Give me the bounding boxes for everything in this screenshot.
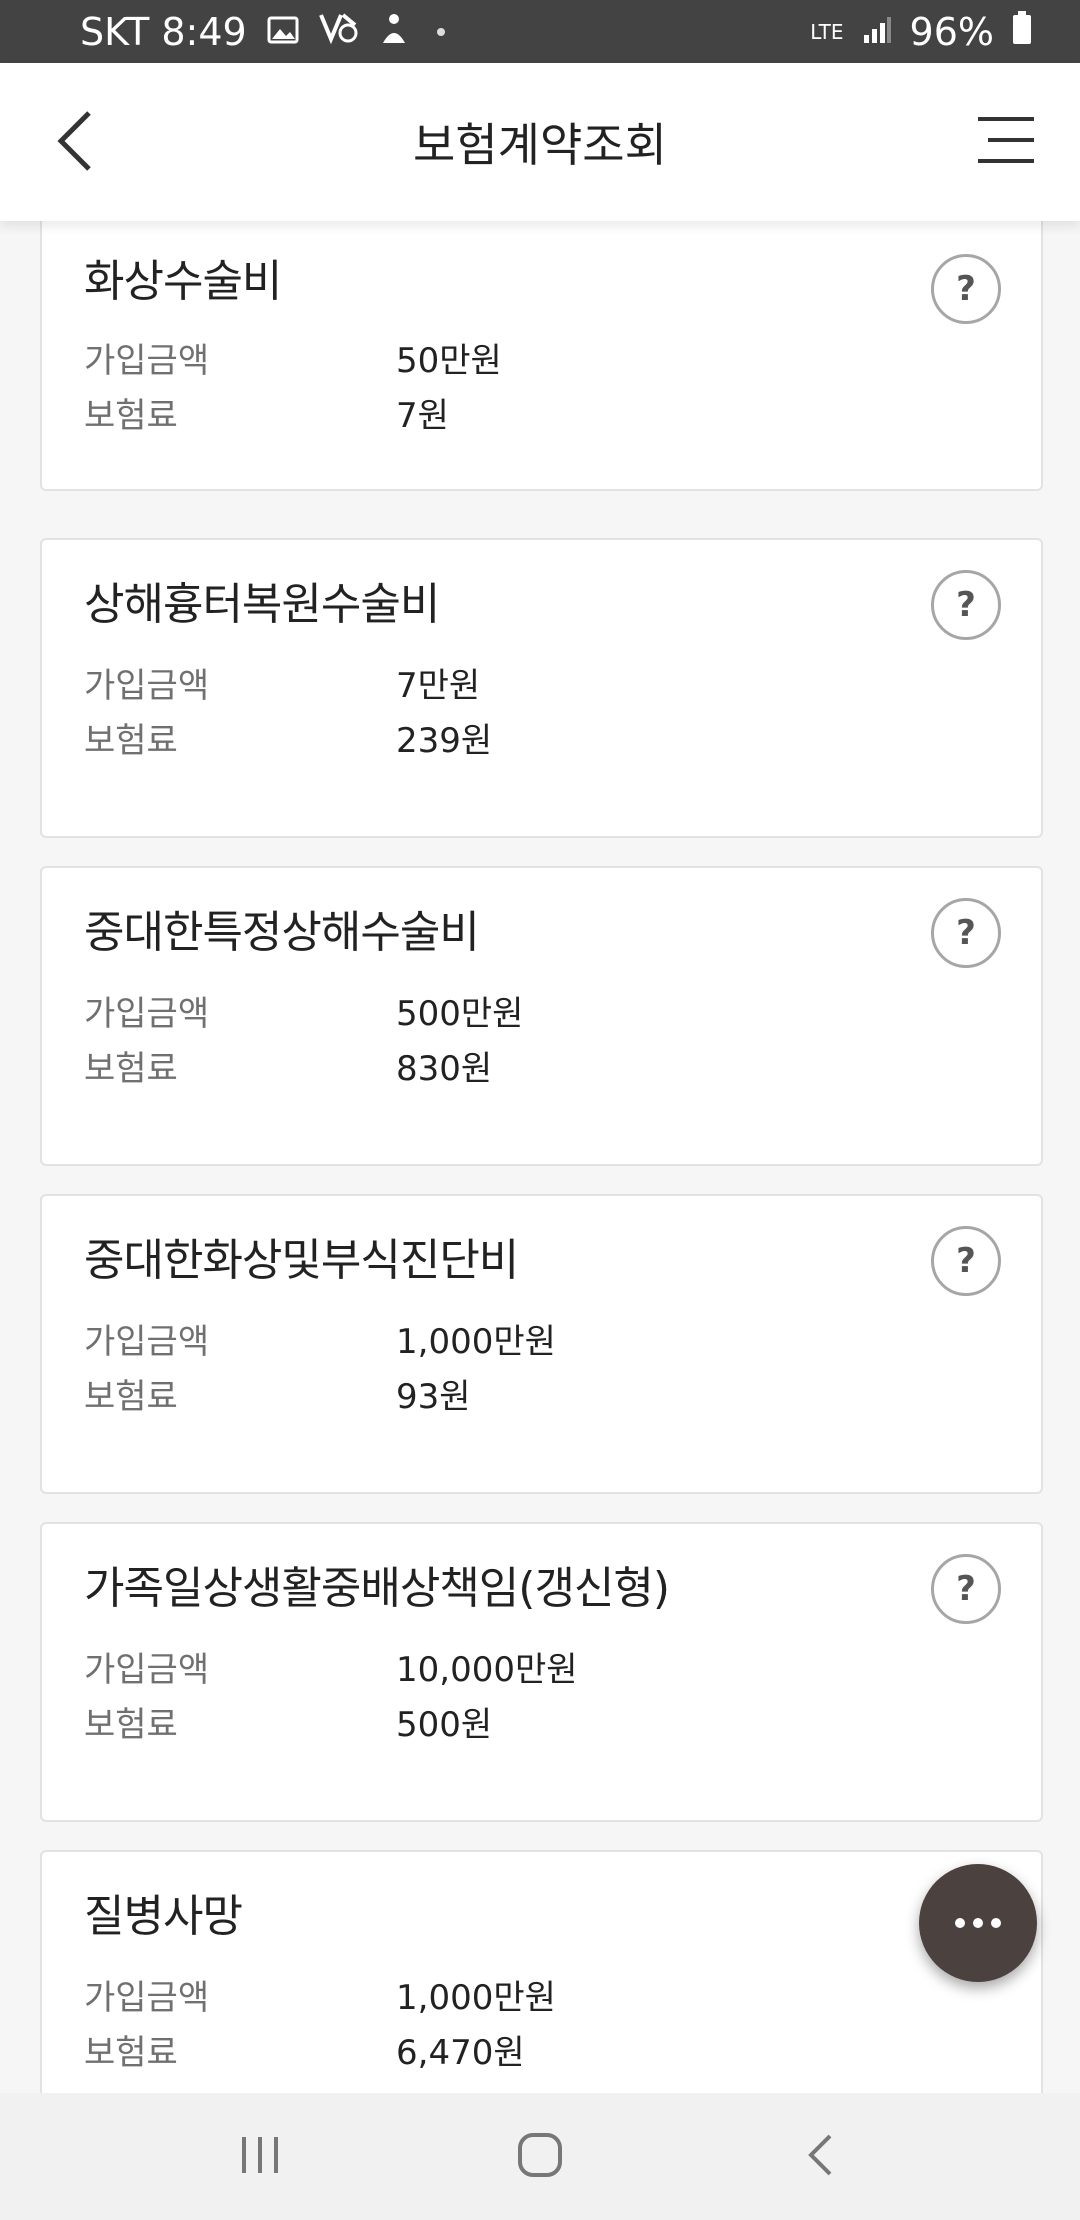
amount-value: 10,000만원 [396, 1650, 578, 1690]
home-button[interactable] [480, 2107, 600, 2207]
amount-label: 가입금액 [84, 666, 210, 706]
coverage-card: 질병사망 가입금액 1,000만원 보험료 6,470원 [40, 1850, 1043, 2093]
amount-row: 가입금액 10,000만원 [84, 1642, 578, 1691]
back-nav-button[interactable] [760, 2107, 880, 2207]
coverage-card: 가족일상생활중배상책임(갱신형) ? 가입금액 10,000만원 보험료 500… [40, 1522, 1043, 1822]
signal-icon [862, 10, 892, 54]
help-button[interactable]: ? [931, 570, 1001, 640]
back-arrow-icon [55, 110, 95, 176]
question-icon: ? [956, 1241, 976, 1281]
premium-value: 6,470원 [396, 2033, 525, 2073]
amount-row: 가입금액 1,000만원 [84, 1970, 556, 2019]
vpn-key-icon [318, 10, 359, 54]
premium-row: 보험료 6,470원 [84, 2025, 525, 2074]
carrier-time: SKT 8:49 [80, 9, 247, 54]
more-dots-icon [955, 1918, 1001, 1928]
accessibility-icon [379, 10, 409, 54]
question-icon: ? [956, 585, 976, 625]
premium-row: 보험료 830원 [84, 1041, 492, 1090]
amount-label: 가입금액 [84, 1650, 210, 1690]
status-bar: SKT 8:49 LTE 96% [0, 0, 1080, 63]
back-button[interactable] [40, 103, 110, 183]
amount-row: 가입금액 1,000만원 [84, 1314, 556, 1363]
amount-label: 가입금액 [84, 341, 210, 381]
amount-row: 가입금액 7만원 [84, 658, 480, 707]
menu-button[interactable] [970, 111, 1042, 173]
app-header: 보험계약조회 [0, 63, 1080, 221]
amount-value: 50만원 [396, 341, 502, 381]
notification-dot [436, 27, 445, 36]
recents-button[interactable] [200, 2107, 320, 2207]
coverage-list[interactable]: 화상수술비 ? 가입금액 50만원 보험료 7원 상해흉터복원수술비 ? 가입금… [0, 221, 1080, 2093]
more-fab-button[interactable] [919, 1864, 1037, 1982]
premium-label: 보험료 [84, 1049, 178, 1089]
coverage-card: 중대한화상및부식진단비 ? 가입금액 1,000만원 보험료 93원 [40, 1194, 1043, 1494]
gallery-icon [267, 10, 299, 54]
home-icon [517, 2132, 563, 2182]
premium-value: 7원 [396, 396, 449, 436]
question-icon: ? [956, 1569, 976, 1609]
amount-value: 1,000만원 [396, 1322, 556, 1362]
premium-label: 보험료 [84, 396, 178, 436]
question-icon: ? [956, 269, 976, 309]
amount-value: 500만원 [396, 994, 524, 1034]
page-title: 보험계약조회 [413, 118, 667, 172]
amount-row: 가입금액 500만원 [84, 986, 523, 1035]
premium-row: 보험료 500원 [84, 1697, 492, 1746]
hamburger-menu-icon [978, 115, 1034, 169]
battery-icon [1012, 10, 1032, 54]
premium-value: 830원 [396, 1049, 493, 1089]
amount-value: 1,000만원 [396, 1978, 556, 2018]
premium-label: 보험료 [84, 1705, 178, 1745]
system-navigation-bar [0, 2093, 1080, 2220]
premium-row: 보험료 7원 [84, 388, 449, 437]
premium-row: 보험료 93원 [84, 1369, 471, 1418]
amount-label: 가입금액 [84, 1322, 210, 1362]
help-button[interactable]: ? [931, 898, 1001, 968]
network-type: LTE [810, 19, 844, 44]
coverage-name: 중대한화상및부식진단비 [84, 1235, 519, 1286]
recents-icon [238, 2135, 282, 2179]
coverage-card: 중대한특정상해수술비 ? 가입금액 500만원 보험료 830원 [40, 866, 1043, 1166]
premium-label: 보험료 [84, 721, 178, 761]
premium-value: 500원 [396, 1705, 493, 1745]
premium-row: 보험료 239원 [84, 713, 492, 762]
premium-value: 239원 [396, 721, 493, 761]
coverage-name: 가족일상생활중배상책임(갱신형) [84, 1563, 670, 1614]
amount-value: 7만원 [396, 666, 481, 706]
battery-level: 96% [909, 9, 994, 54]
coverage-name: 화상수술비 [84, 256, 282, 307]
coverage-name: 질병사망 [84, 1891, 243, 1942]
coverage-card: 화상수술비 ? 가입금액 50만원 보험료 7원 [40, 221, 1043, 491]
help-button[interactable]: ? [931, 1554, 1001, 1624]
coverage-name: 상해흉터복원수술비 [84, 579, 440, 630]
premium-value: 93원 [396, 1377, 471, 1417]
question-icon: ? [956, 913, 976, 953]
amount-label: 가입금액 [84, 994, 210, 1034]
help-button[interactable]: ? [931, 1226, 1001, 1296]
amount-label: 가입금액 [84, 1978, 210, 2018]
coverage-name: 중대한특정상해수술비 [84, 907, 480, 958]
premium-label: 보험료 [84, 1377, 178, 1417]
premium-label: 보험료 [84, 2033, 178, 2073]
coverage-card: 상해흉터복원수술비 ? 가입금액 7만원 보험료 239원 [40, 538, 1043, 838]
amount-row: 가입금액 50만원 [84, 333, 502, 382]
nav-back-icon [806, 2133, 834, 2181]
help-button[interactable]: ? [931, 254, 1001, 324]
